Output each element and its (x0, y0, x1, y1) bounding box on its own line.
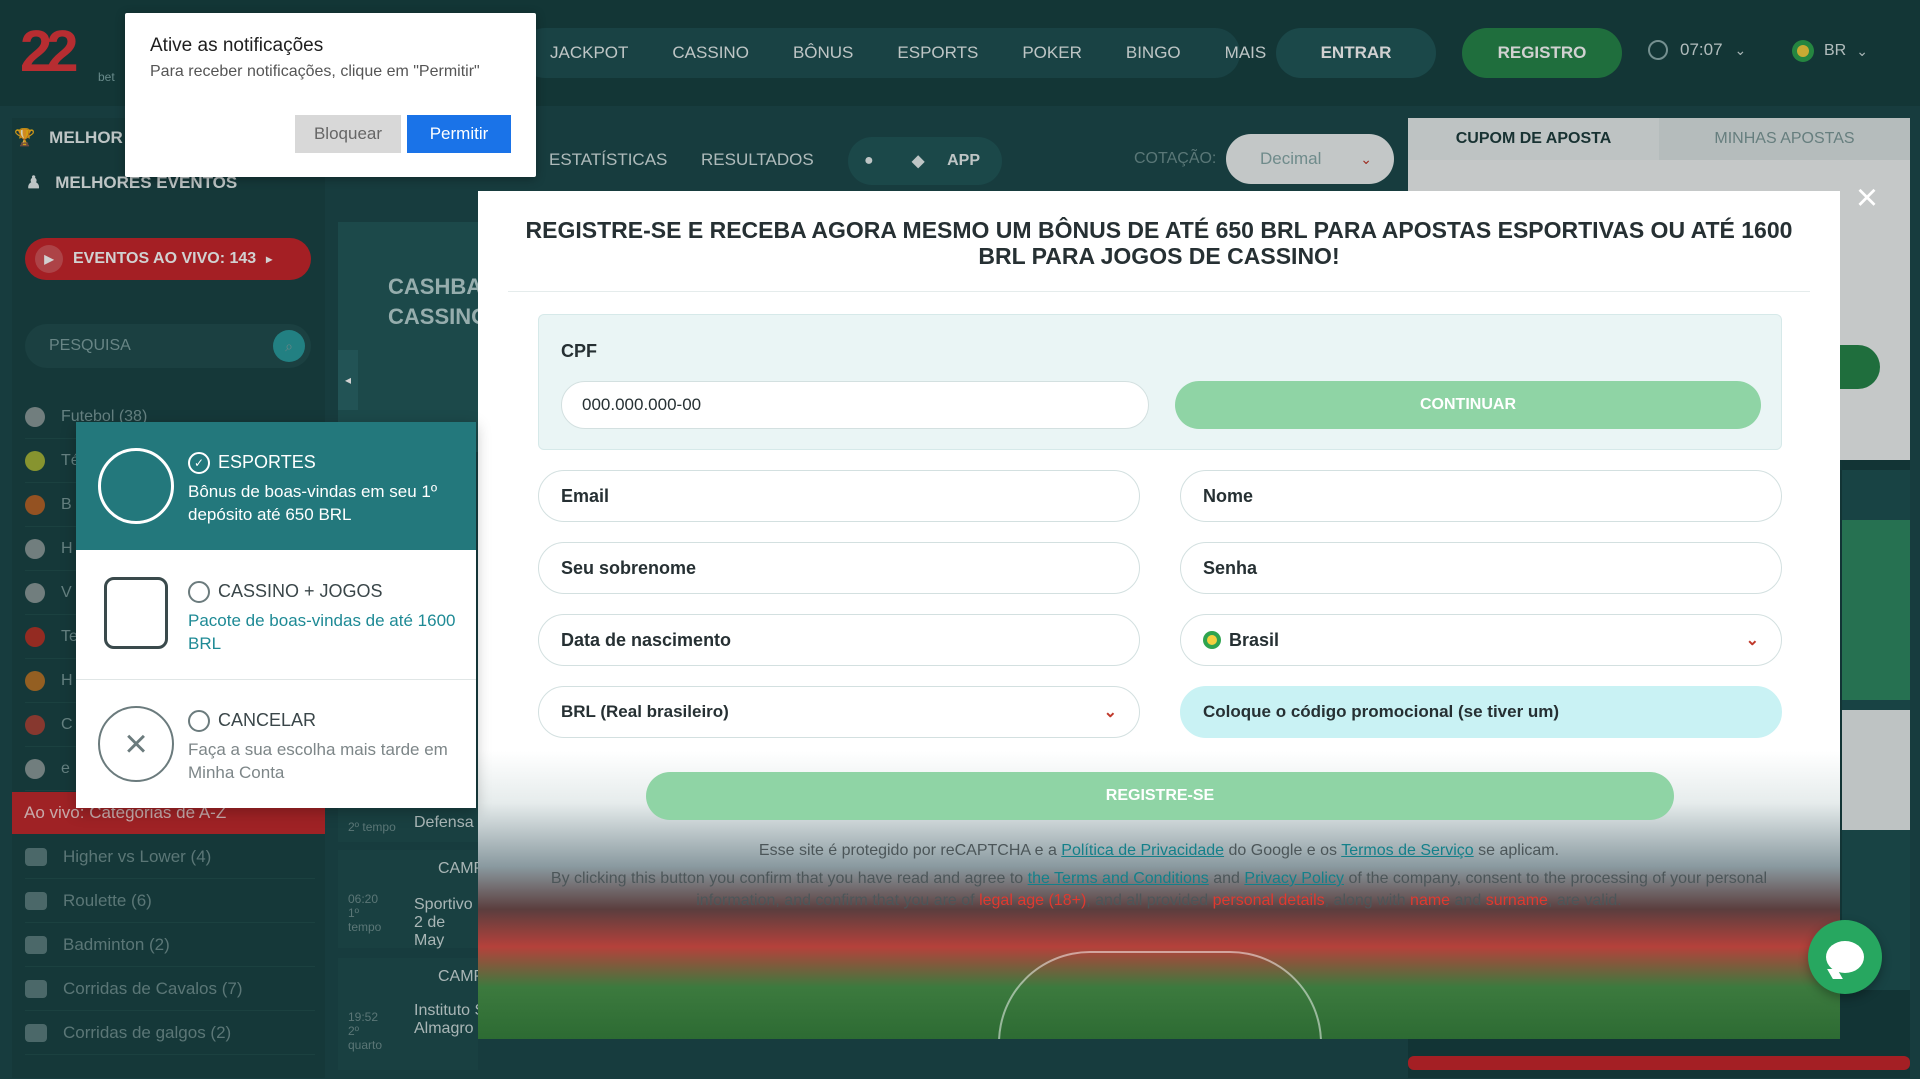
currency-select[interactable]: BRL (Real brasileiro) ⌄ (538, 686, 1140, 738)
name-highlight: name (1410, 892, 1451, 909)
legal-text: , are valid. (1547, 892, 1622, 909)
divider (508, 291, 1810, 292)
recaptcha-notice: Esse site é protegido por reCAPTCHA e a … (518, 840, 1800, 862)
surname-highlight: surname (1485, 892, 1548, 909)
bonus-title: CASSINO + JOGOS (218, 581, 383, 601)
password-field[interactable]: Senha (1180, 542, 1782, 594)
bonus-title: ESPORTES (218, 452, 316, 472)
bonus-description: Bônus de boas-vindas em seu 1º depósito … (188, 482, 438, 524)
modal-title: REGISTRE-SE E RECEBA AGORA MESMO UM BÔNU… (525, 217, 1793, 269)
legal-text: and (1454, 892, 1482, 909)
legal-text: , and all provided (1086, 892, 1209, 909)
radio-unchecked-icon[interactable] (188, 710, 210, 732)
terms-of-service-link[interactable]: Termos de Serviço (1341, 842, 1474, 859)
cpf-input[interactable]: 000.000.000-00 (561, 381, 1149, 429)
bonus-choice-panel: ✓ ESPORTES Bônus de boas-vindas em seu 1… (76, 422, 476, 808)
terms-conditions-link[interactable]: the Terms and Conditions (1028, 870, 1209, 887)
bonus-option-casino[interactable]: CASSINO + JOGOS Pacote de boas-vindas de… (76, 551, 476, 679)
legal-text: , along with (1324, 892, 1406, 909)
notification-text: Para receber notificações, clique em "Pe… (150, 63, 480, 80)
continue-button[interactable]: CONTINUAR (1175, 381, 1761, 429)
birthdate-field[interactable]: Data de nascimento (538, 614, 1140, 666)
bonus-description: Faça a sua escolha mais tarde em Minha C… (188, 740, 448, 782)
legal-text: do Google e os (1228, 842, 1338, 859)
cpf-section: CPF 000.000.000-00 CONTINUAR (538, 314, 1782, 450)
legal-text: and (1213, 870, 1240, 887)
register-submit-button[interactable]: REGISTRE-SE (646, 772, 1674, 820)
bonus-option-sports[interactable]: ✓ ESPORTES Bônus de boas-vindas em seu 1… (76, 422, 476, 550)
allow-notifications-button[interactable]: Permitir (407, 115, 511, 153)
brazil-flag-icon (1203, 631, 1221, 649)
block-notifications-button[interactable]: Bloquear (295, 115, 401, 153)
notification-title: Ative as notificações (150, 35, 324, 56)
surname-field[interactable]: Seu sobrenome (538, 542, 1140, 594)
legal-text: Esse site é protegido por reCAPTCHA e a (758, 842, 1057, 859)
close-icon[interactable]: × (1843, 174, 1891, 222)
chat-icon (1826, 941, 1864, 973)
chevron-down-icon: ⌄ (1103, 704, 1117, 721)
promo-code-field[interactable]: Coloque o código promocional (se tiver u… (1180, 686, 1782, 738)
chevron-down-icon: ⌄ (1745, 632, 1759, 649)
legal-text: By clicking this button you confirm that… (550, 870, 1024, 887)
bonus-description: Pacote de boas-vindas de até 1600 BRL (188, 611, 456, 653)
privacy-policy-link[interactable]: Política de Privacidade (1061, 842, 1224, 859)
country-select[interactable]: Brasil ⌄ (1180, 614, 1782, 666)
legal-text: se aplicam. (1478, 842, 1560, 859)
currency-value: BRL (Real brasileiro) (561, 702, 729, 721)
first-name-field[interactable]: Nome (1180, 470, 1782, 522)
radio-unchecked-icon[interactable] (188, 581, 210, 603)
registration-modal: REGISTRE-SE E RECEBA AGORA MESMO UM BÔNU… (478, 191, 1840, 1039)
consent-notice: By clicking this button you confirm that… (518, 868, 1800, 912)
cancel-x-icon: × (98, 706, 174, 782)
casino-chips-icon (104, 577, 168, 649)
country-value: Brasil (1229, 629, 1280, 650)
bonus-option-cancel[interactable]: × CANCELAR Faça a sua escolha mais tarde… (76, 680, 476, 808)
legal-age-highlight: legal age (18+) (979, 892, 1087, 909)
cpf-label: CPF (561, 341, 597, 361)
email-field[interactable]: Email (538, 470, 1140, 522)
soccer-ball-icon (98, 448, 174, 524)
bonus-title: CANCELAR (218, 710, 317, 730)
privacy-link[interactable]: Privacy Policy (1244, 870, 1344, 887)
radio-checked-icon[interactable]: ✓ (188, 452, 210, 474)
notification-permission-popup: Ative as notificações Para receber notif… (125, 13, 536, 177)
personal-details-highlight: personal details (1212, 892, 1325, 909)
chat-button[interactable] (1808, 920, 1882, 994)
